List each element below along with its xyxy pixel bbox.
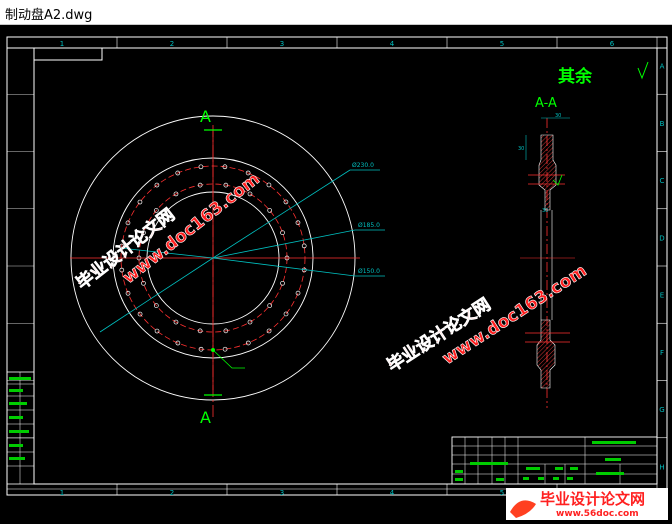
logo-url: www.56doc.com (556, 509, 639, 519)
right-zone-ticks: A B C D E F G H (656, 37, 667, 495)
row-label-right: C (660, 177, 665, 185)
left-index-block (6, 371, 35, 485)
col-label-top: 5 (500, 40, 504, 48)
col-label-top: 2 (170, 40, 174, 48)
bolt-hole (141, 280, 146, 286)
col-label-bottom: 3 (280, 489, 284, 497)
window-title: 制动盘A2.dwg (5, 8, 93, 23)
top-zone-ticks: 1 2 3 4 5 6 (60, 37, 615, 48)
leader-d3 (212, 257, 356, 277)
bolt-hole (266, 182, 272, 188)
bolt-hole (280, 280, 285, 286)
cut-label-bottom: A (200, 408, 211, 427)
bolt-hole (283, 311, 289, 317)
col-label-top: 1 (60, 40, 64, 48)
watermark-2: 毕业设计论文网 www.doc163.com (383, 261, 591, 377)
left-zone-ticks (7, 94, 34, 438)
section-view: 其余 A-A 30 30 30 (518, 61, 649, 408)
col-label-bottom: 2 (170, 489, 174, 497)
dim-d1: Ø230.0 (352, 162, 374, 169)
col-label-top: 6 (610, 40, 615, 48)
col-label-top: 3 (280, 40, 284, 48)
row-label-right: F (660, 349, 664, 357)
row-label-right: G (659, 406, 664, 414)
bolt-hole (280, 230, 285, 236)
roughness-note: 其余 (558, 66, 593, 87)
dim-d3: Ø150.0 (358, 268, 380, 275)
row-label-right: B (660, 120, 665, 128)
drawing-svg[interactable]: 1 2 3 4 5 6 1 2 3 4 5 6 A B C D E F G H (0, 25, 672, 520)
row-label-right: D (659, 234, 664, 242)
row-label-right: E (660, 292, 664, 300)
col-label-bottom: 4 (390, 489, 395, 497)
top-left-tab (33, 47, 103, 61)
dim-h1: 30 (518, 146, 524, 152)
bolt-hole (154, 328, 160, 334)
cad-canvas[interactable]: 1 2 3 4 5 6 1 2 3 4 5 6 A B C D E F G H (0, 25, 672, 520)
dim-d2: Ø185.0 (358, 222, 380, 229)
window-titlebar: 制动盘A2.dwg (0, 0, 672, 25)
col-label-bottom: 1 (60, 489, 64, 497)
bolt-hole (267, 303, 273, 308)
section-label: A-A (535, 96, 557, 111)
row-label-right: A (660, 63, 665, 71)
cut-label-top: A (200, 107, 211, 126)
watermark-1: 毕业设计论文网 www.doc163.com (72, 169, 264, 294)
bolt-hole (137, 199, 143, 205)
logo-cn: 毕业设计论文网 (540, 490, 645, 508)
bolt-hole (267, 208, 273, 213)
title-block (451, 436, 658, 485)
col-label-bottom: 5 (500, 489, 504, 497)
dim-w1: 30 (555, 113, 561, 119)
site-logo: 毕业设计论文网 www.56doc.com (506, 488, 668, 520)
col-label-top: 4 (390, 40, 395, 48)
dim-w2: 30 (542, 208, 548, 214)
row-label-right: H (659, 463, 664, 471)
